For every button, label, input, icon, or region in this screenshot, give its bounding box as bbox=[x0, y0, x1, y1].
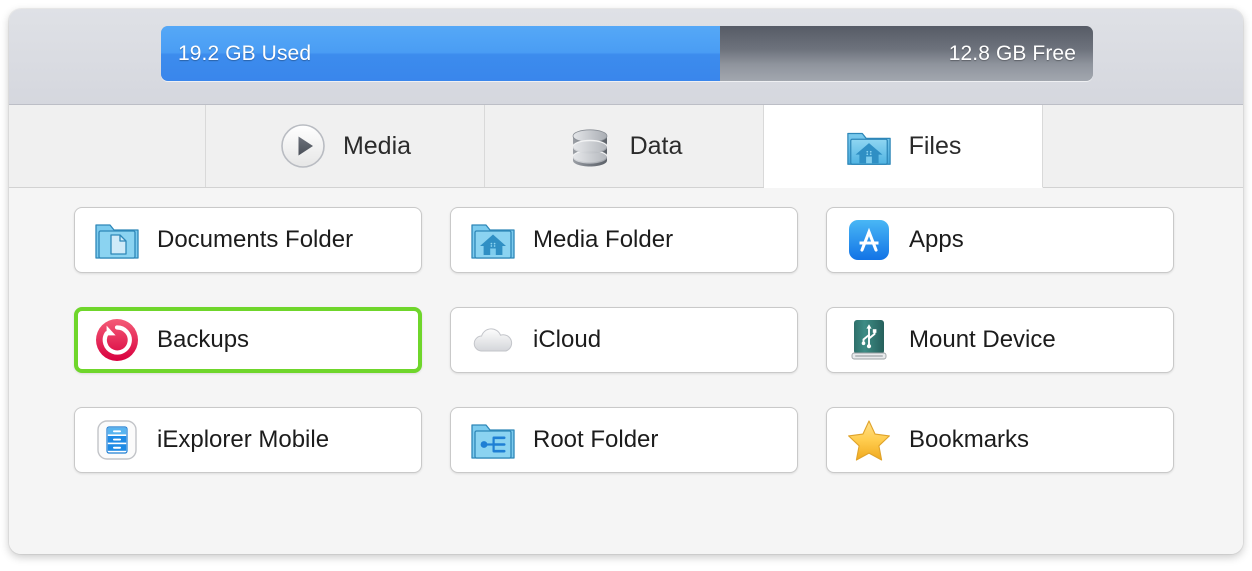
tile-iexplorer-mobile[interactable]: iExplorer Mobile bbox=[74, 407, 422, 473]
file-cabinet-icon bbox=[93, 416, 141, 464]
toolbar: 19.2 GB Used 12.8 GB Free bbox=[9, 9, 1243, 105]
tab-bar-leading-spacer bbox=[9, 105, 206, 187]
star-icon bbox=[845, 416, 893, 464]
tile-media-folder[interactable]: Media Folder bbox=[450, 207, 798, 273]
storage-free-label: 12.8 GB Free bbox=[949, 42, 1076, 66]
tile-label: Root Folder bbox=[533, 426, 658, 454]
tab-files-label: Files bbox=[909, 132, 962, 161]
tile-apps[interactable]: Apps bbox=[826, 207, 1174, 273]
tile-label: Backups bbox=[157, 326, 249, 354]
tile-label: Bookmarks bbox=[909, 426, 1029, 454]
tile-backups[interactable]: Backups bbox=[74, 307, 422, 373]
database-icon bbox=[566, 122, 614, 170]
app-window: 19.2 GB Used 12.8 GB Free bbox=[9, 9, 1243, 554]
tile-label: Mount Device bbox=[909, 326, 1056, 354]
tile-icloud[interactable]: iCloud bbox=[450, 307, 798, 373]
tile-label: Media Folder bbox=[533, 226, 673, 254]
shortcut-grid: Documents Folder Media Fol bbox=[74, 207, 1174, 473]
cloud-icon bbox=[469, 316, 517, 364]
storage-capacity-bar[interactable]: 19.2 GB Used 12.8 GB Free bbox=[161, 26, 1093, 81]
content-area: Documents Folder Media Fol bbox=[9, 188, 1243, 554]
home-folder-icon bbox=[845, 122, 893, 170]
tile-label: iExplorer Mobile bbox=[157, 426, 329, 454]
tab-bar: Media bbox=[9, 105, 1243, 188]
tab-files[interactable]: Files bbox=[764, 105, 1043, 188]
app-store-icon bbox=[845, 216, 893, 264]
usb-drive-icon bbox=[845, 316, 893, 364]
play-circle-icon bbox=[279, 122, 327, 170]
tab-media[interactable]: Media bbox=[206, 105, 485, 187]
storage-used-segment: 19.2 GB Used bbox=[161, 26, 720, 81]
tile-mount-device[interactable]: Mount Device bbox=[826, 307, 1174, 373]
tile-label: Documents Folder bbox=[157, 226, 353, 254]
tile-label: Apps bbox=[909, 226, 964, 254]
tab-data-label: Data bbox=[630, 132, 683, 161]
tab-data[interactable]: Data bbox=[485, 105, 764, 187]
tile-bookmarks[interactable]: Bookmarks bbox=[826, 407, 1174, 473]
storage-used-label: 19.2 GB Used bbox=[178, 42, 311, 66]
documents-folder-icon bbox=[93, 216, 141, 264]
tile-label: iCloud bbox=[533, 326, 601, 354]
root-folder-icon bbox=[469, 416, 517, 464]
tab-bar-trailing-spacer bbox=[1043, 105, 1243, 187]
tile-documents-folder[interactable]: Documents Folder bbox=[74, 207, 422, 273]
storage-free-segment: 12.8 GB Free bbox=[720, 26, 1093, 81]
home-folder-icon bbox=[469, 216, 517, 264]
restore-circle-icon bbox=[93, 316, 141, 364]
tile-root-folder[interactable]: Root Folder bbox=[450, 407, 798, 473]
tab-media-label: Media bbox=[343, 132, 411, 161]
